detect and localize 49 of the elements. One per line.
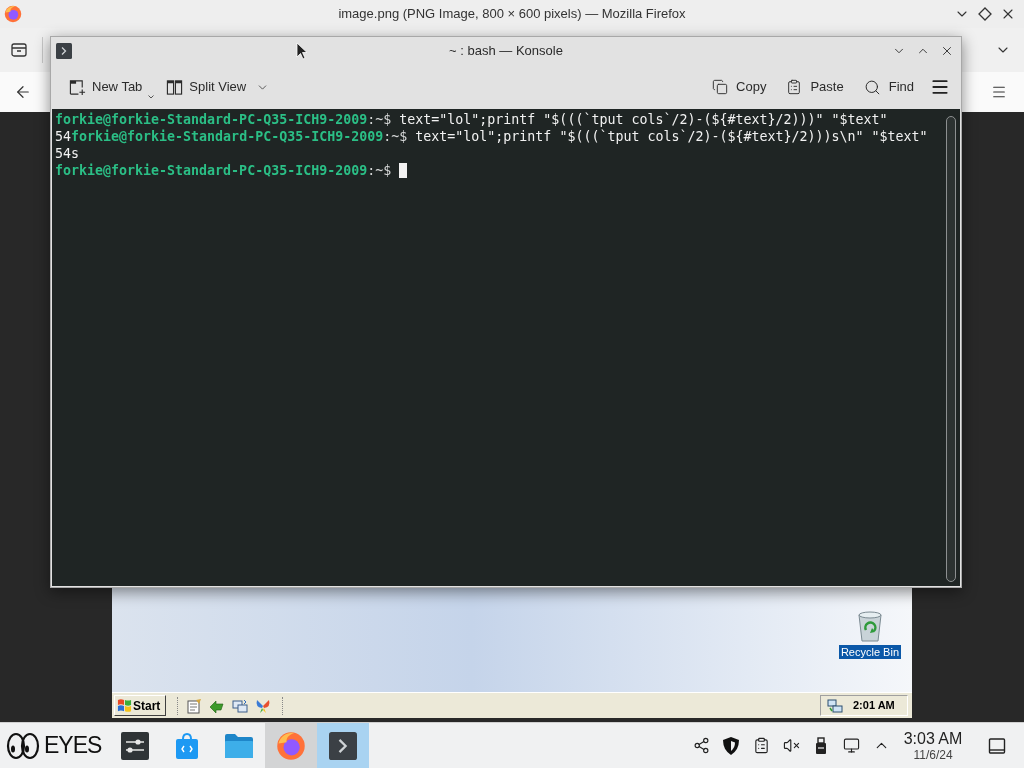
terminal-icon (329, 731, 358, 760)
terminal-line: 54s (55, 145, 80, 162)
task-button[interactable] (317, 723, 370, 768)
toolbar-button[interactable]: Paste (782, 72, 848, 102)
sliders-icon (121, 731, 150, 760)
eyes-logo-icon (6, 731, 40, 760)
sync-icon[interactable] (232, 697, 248, 714)
globe-logo-icon (276, 730, 307, 761)
close-icon[interactable] (940, 44, 954, 58)
copy-icon (712, 79, 729, 95)
menu-icon[interactable] (930, 77, 950, 97)
box-icon[interactable] (10, 41, 28, 59)
mouse-pointer-icon (296, 42, 308, 60)
diamond-icon[interactable] (977, 6, 993, 22)
usb-drive-icon[interactable] (815, 736, 827, 755)
show-desktop-icon[interactable] (988, 736, 1006, 755)
clock-date[interactable]: 11/6/24 (913, 748, 953, 761)
clipboard-icon[interactable] (752, 737, 770, 754)
computers-icon (827, 697, 843, 714)
new-tab-icon (69, 78, 86, 96)
share-icon[interactable] (692, 737, 710, 754)
clipboard-icon (786, 79, 803, 95)
split-view-icon (166, 78, 184, 96)
flag-icon (117, 698, 132, 713)
app-logo-icon (4, 5, 22, 23)
launcher-button[interactable]: EYES (0, 723, 110, 768)
caret-icon (148, 95, 155, 99)
terminal-line: forkie@forkie-Standard-PC-Q35-ICH9-2009:~$ (55, 162, 392, 179)
toolbar-button[interactable]: New Tab (65, 72, 159, 102)
terminal-icon (56, 43, 72, 59)
terminal-line: 54forkie@forkie-Standard-PC-Q35-ICH9-2009:~$ text="lol";printf "$(((`tput cols`/2)-(${#text}/2)))s\n" "$text" (55, 128, 928, 145)
window-title: image.png (PNG Image, 800 × 600 pixels) — Mozilla Firefox (338, 5, 686, 24)
menu-icon[interactable] (991, 84, 1007, 100)
clock-time[interactable]: 3:03 AM (903, 730, 963, 747)
toolbar-button[interactable]: Find (859, 72, 918, 102)
desktop-icon-label[interactable]: Recycle Bin (838, 645, 901, 659)
butterfly-icon[interactable] (255, 697, 271, 714)
folder-icon (224, 732, 255, 759)
muted-speaker-icon[interactable] (782, 737, 800, 754)
taskbar-clock: 2:01 AM (853, 698, 895, 714)
shield-icon[interactable] (722, 735, 740, 756)
monitor-icon[interactable] (842, 737, 860, 754)
toolbar-button[interactable]: Copy (708, 72, 771, 102)
toolbar-button[interactable]: Split View (162, 72, 251, 102)
notepad-icon[interactable] (186, 697, 202, 714)
search-icon (863, 78, 881, 96)
start-button[interactable]: Start (114, 695, 166, 716)
window-title: ~ : bash — Konsole (449, 42, 563, 61)
terminal-line: forkie@forkie-Standard-PC-Q35-ICH9-2009:~$ text="lol";printf "$(((`tput cols`/2)-(${#text}/2)))" "$text" (55, 111, 888, 128)
